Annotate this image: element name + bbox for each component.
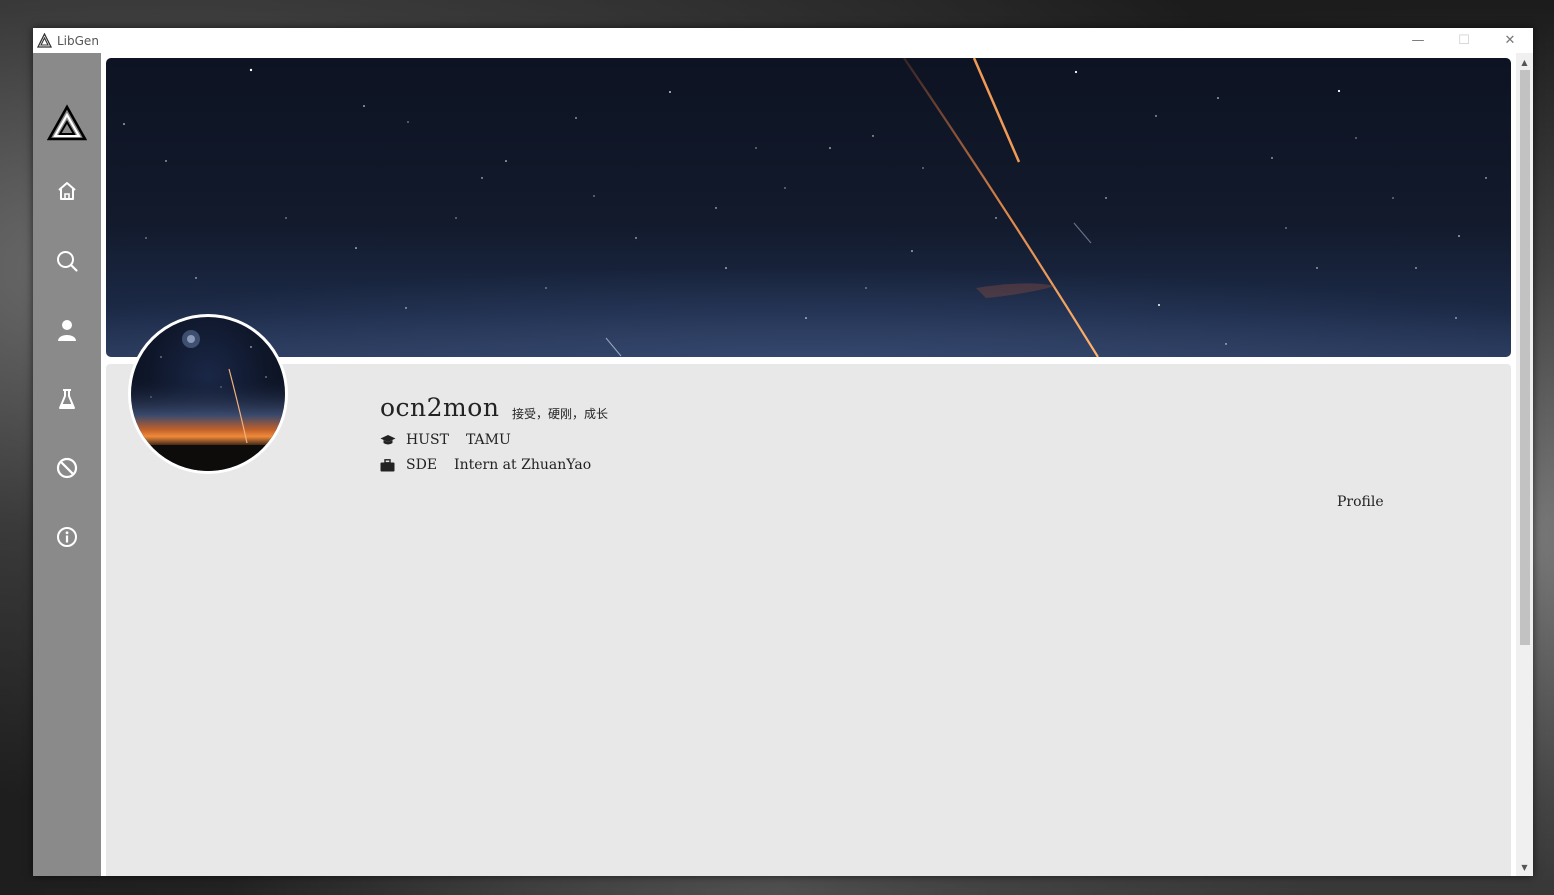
profile-link[interactable]: Profile [1337,494,1384,510]
school-primary: HUST [406,432,449,448]
app-logo-icon [37,33,52,48]
maximize-button[interactable]: ☐ [1441,28,1487,53]
vertical-scrollbar[interactable]: ▲ ▼ [1516,53,1533,876]
libgen-logo-icon[interactable] [46,104,88,142]
scroll-thumb[interactable] [1520,70,1530,645]
education-line: HUST TAMU [380,432,511,448]
briefcase-icon [380,458,396,472]
info-icon[interactable] [55,525,79,549]
search-icon[interactable] [55,249,79,273]
job-role: SDE [406,457,438,473]
home-icon[interactable] [55,179,79,203]
username: ocn2mon [380,393,500,422]
avatar [128,314,288,474]
scroll-down-arrow-icon[interactable]: ▼ [1516,860,1533,874]
user-icon[interactable] [55,318,79,342]
flask-icon[interactable] [55,387,79,411]
profile-banner-image [106,58,1511,357]
window-controls: — ☐ ✕ [1395,28,1533,53]
minimize-button[interactable]: — [1395,28,1441,53]
main-content: ocn2mon 接受，硬刚，成长 HUST TAMU SDE Intern at… [106,58,1511,876]
work-line: SDE Intern at ZhuanYao [380,457,591,473]
school-secondary: TAMU [465,432,511,448]
close-button[interactable]: ✕ [1487,28,1533,53]
graduation-cap-icon [380,433,396,447]
title-bar[interactable]: LibGen — ☐ ✕ [33,28,1533,53]
block-icon[interactable] [55,456,79,480]
motto: 接受，硬刚，成长 [512,407,609,421]
profile-info-panel [106,364,1511,876]
window-title: LibGen [57,33,99,48]
app-window: LibGen — ☐ ✕ ocn2mon 接受，硬刚，成长 HUST TAMU … [33,28,1533,876]
job-position: Intern at ZhuanYao [454,457,592,473]
scroll-up-arrow-icon[interactable]: ▲ [1516,55,1533,69]
sidebar [33,53,101,876]
